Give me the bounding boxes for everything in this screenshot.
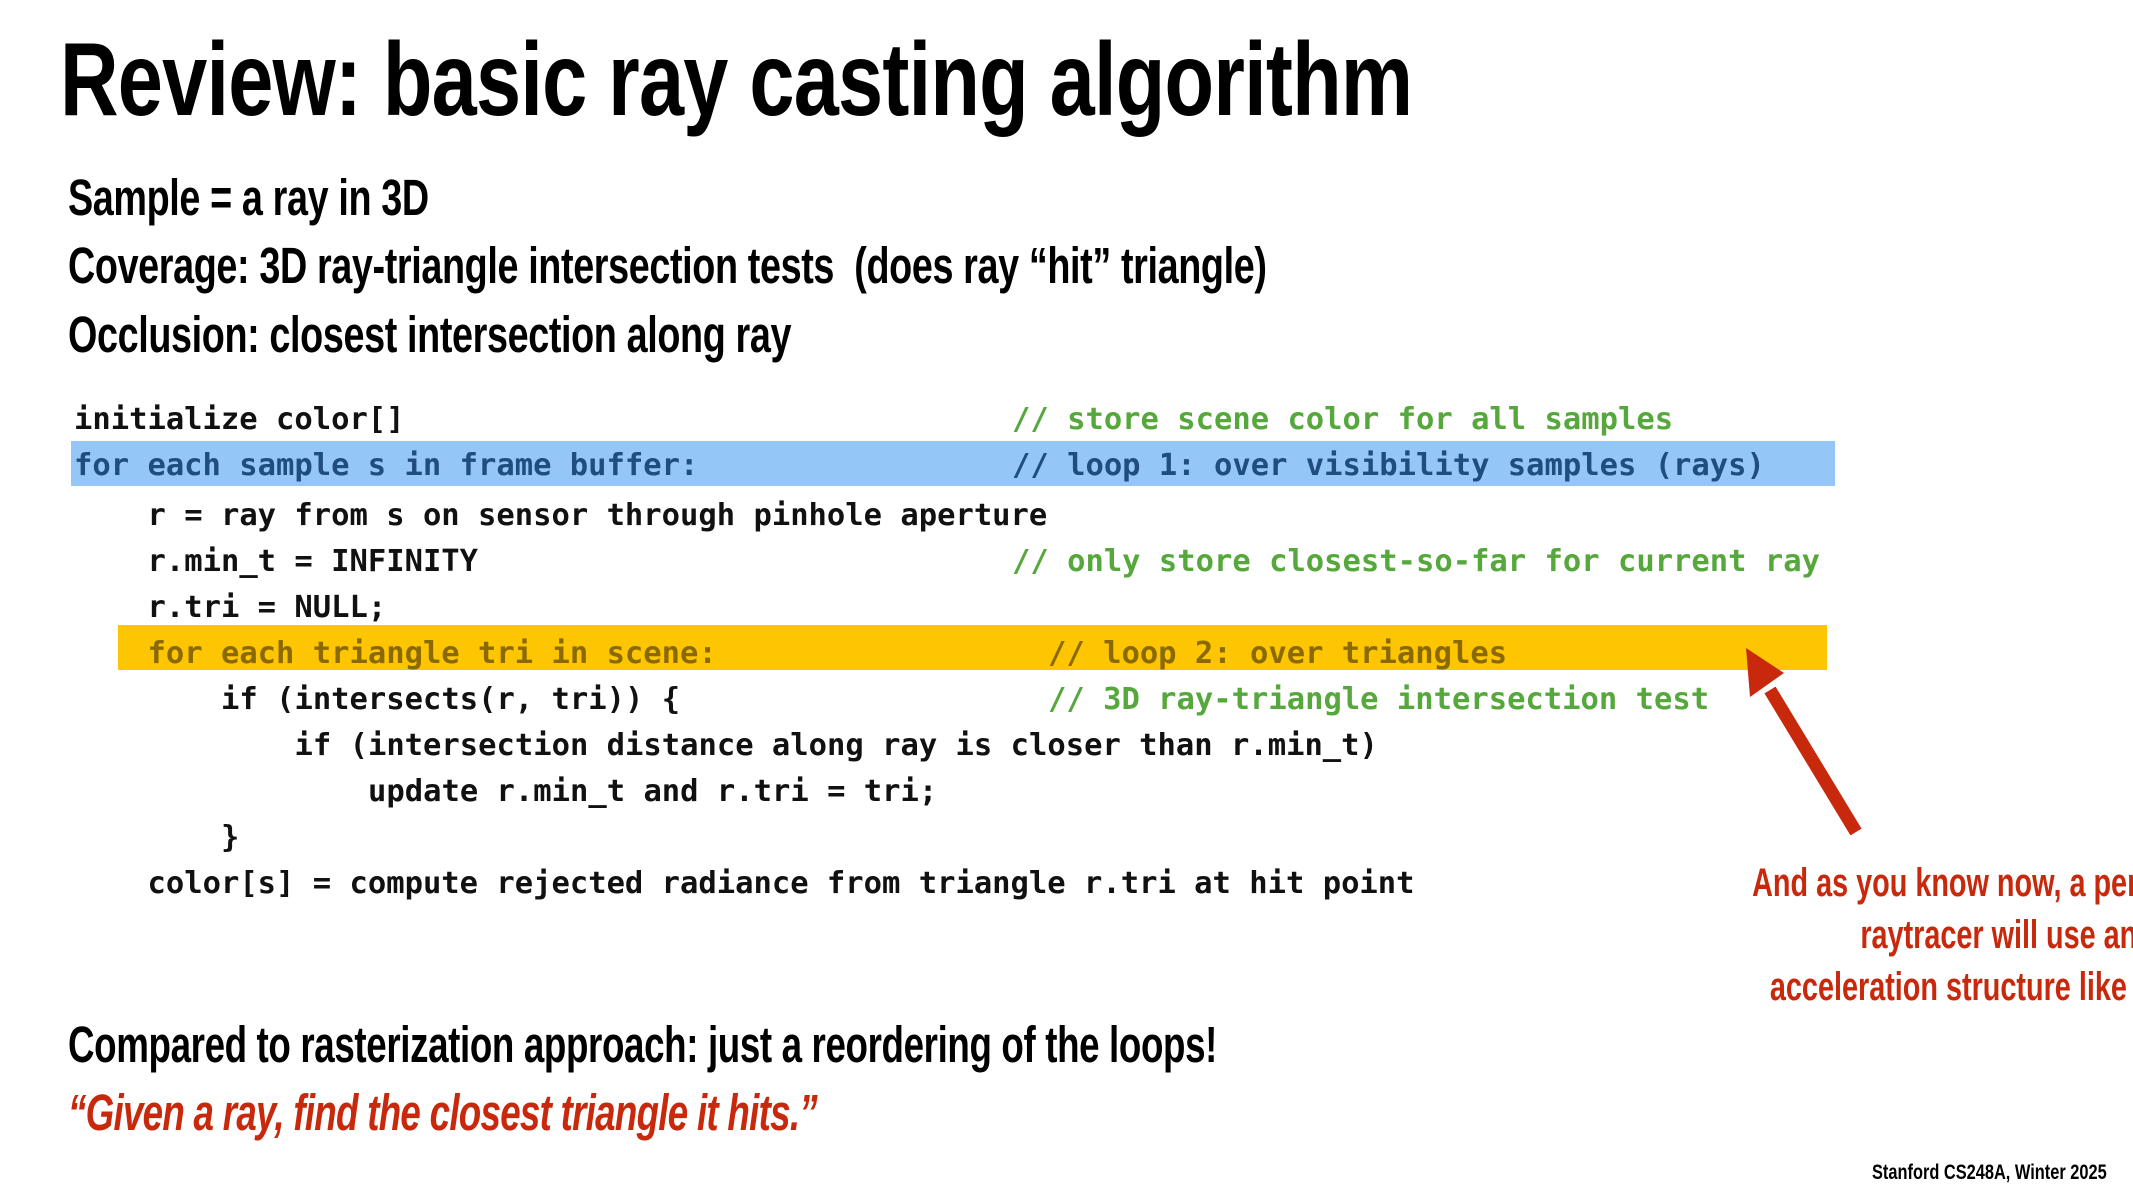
arrow-shaft [1764, 686, 1862, 836]
quote-text: “Given a ray, find the closest triangle … [68, 1084, 818, 1141]
bullet-occlusion: Occlusion: closest intersection along ra… [68, 306, 792, 363]
comparison-text: Compared to rasterization approach: just… [68, 1016, 1218, 1073]
annotation-line: raytracer will use an [1860, 913, 2133, 957]
code-text: r.tri = NULL; [147, 590, 387, 625]
code-text: r = ray from s on sensor through pinhole… [147, 498, 1048, 533]
code-text: } [221, 820, 240, 855]
bullet-coverage: Coverage: 3D ray-triangle intersection t… [68, 237, 1267, 294]
code-comment: // loop 2: over triangles [1048, 636, 1508, 671]
code-comment: // store scene color for all samples [1012, 402, 1674, 437]
code-comment: // 3D ray-triangle intersection test [1048, 682, 1710, 717]
code-text: for each sample s in frame buffer: [74, 448, 699, 483]
code-text: update r.min_t and r.tri = tri; [368, 774, 938, 809]
code-text: color[s] = compute rejected radiance fro… [147, 866, 1415, 901]
annotation-line: And as you know now, a performant [1752, 861, 2133, 905]
course-footer: Stanford CS248A, Winter 2025 [1872, 1161, 2107, 1184]
code-text: if (intersection distance along ray is c… [294, 728, 1378, 763]
code-text: if (intersects(r, tri)) { [221, 682, 681, 717]
slide-title: Review: basic ray casting algorithm [60, 22, 1413, 138]
code-comment: // only store closest-so-far for current… [1012, 544, 1820, 579]
bullet-sample: Sample = a ray in 3D [68, 169, 429, 226]
annotation-line: acceleration structure like a BVH. [1769, 965, 2133, 1009]
code-text: for each triangle tri in scene: [147, 636, 717, 671]
code-comment: // loop 1: over visibility samples (rays… [1012, 448, 1765, 483]
code-text: initialize color[] [74, 402, 405, 437]
code-text: r.min_t = INFINITY [147, 544, 479, 579]
